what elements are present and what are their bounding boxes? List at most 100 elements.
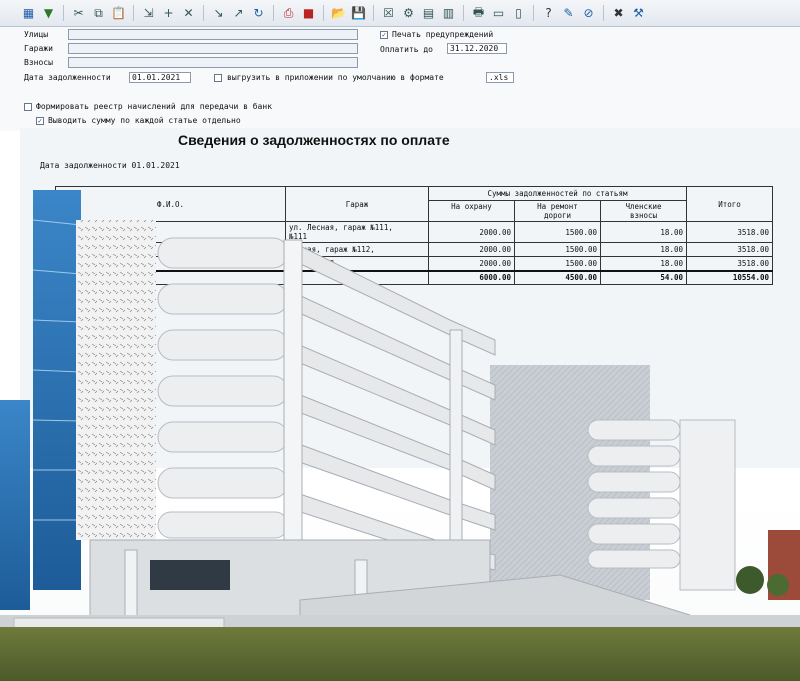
debt-table: Ф.И.О. Гараж Суммы задолженностей по ста… [55, 186, 773, 285]
debt-date-label: Дата задолженности [24, 73, 111, 82]
config-icon[interactable]: ✎ [560, 5, 577, 22]
row-garage: Лесная, гараж №112, [285, 242, 429, 257]
check-icon[interactable]: ☒ [380, 5, 397, 22]
screen: ▦ ▼ ✂ ⧉ 📋 ⇲ + ✕ ↘ ↗ ↻ ⎙ ■ 📂 💾 ☒ ⚙ ▤ ▥ 🖶 … [0, 0, 800, 681]
header-member: Членские взносы [600, 200, 687, 222]
row-garage: ул. Лесная, гараж №111, №111 [285, 221, 429, 243]
tools-icon[interactable]: ⚒ [630, 5, 647, 22]
export-format-field[interactable]: .xls [486, 72, 514, 83]
ground-column [354, 559, 368, 631]
toolbar-separator [533, 5, 534, 21]
report-output: Сведения о задолженностях по оплате Дата… [20, 128, 800, 468]
save-icon[interactable]: 💾 [350, 5, 367, 22]
toolbar-separator [273, 5, 274, 21]
sidewalk [0, 615, 800, 627]
block-icon[interactable]: ⊘ [580, 5, 597, 22]
table-header-row: Ф.И.О. Гараж Суммы задолженностей по ста… [55, 186, 773, 222]
tree [767, 574, 789, 596]
add-icon[interactable]: + [160, 5, 177, 22]
streets-label: Улицы [24, 30, 49, 39]
layout-icon[interactable]: ▦ [20, 5, 37, 22]
entrance-ramp [299, 574, 691, 626]
totals-blank [285, 269, 429, 285]
table-icon[interactable]: ▤ [420, 5, 437, 22]
page-icon[interactable]: ▯ [510, 5, 527, 22]
streets-field[interactable] [68, 29, 358, 40]
table-row: гараж №113, 2000.00 1500.00 18.00 3518.0… [55, 256, 773, 271]
printer-icon[interactable]: 🖶 [470, 5, 487, 22]
print-warnings-label: Печать предупреждений [392, 30, 494, 39]
export-label: выгрузить в приложении по умолчанию в фо… [227, 73, 444, 82]
header-security: На охрану [428, 200, 515, 222]
print-warnings-checkbox[interactable]: ✓ [380, 31, 388, 39]
fees-field[interactable] [68, 57, 358, 68]
row-garage-line1: ул. Лесная, гараж №111, [289, 223, 393, 232]
row-security: 2000.00 [428, 256, 515, 271]
planter-wall [13, 617, 225, 645]
refresh-icon[interactable]: ↻ [250, 5, 267, 22]
insert-icon[interactable]: ⇲ [140, 5, 157, 22]
select-icon[interactable]: ↘ [210, 5, 227, 22]
header-repair: На ремонт дороги [514, 200, 601, 222]
pay-until-label: Оплатить до [380, 45, 433, 54]
row-name [55, 242, 286, 257]
header-total: Итого [686, 186, 773, 222]
list-icon[interactable]: ▥ [440, 5, 457, 22]
ground-floor-windows [150, 560, 230, 590]
row-member: 18.00 [600, 242, 687, 257]
header-sums: Суммы задолженностей по статьям [428, 186, 687, 201]
print-icon[interactable]: ■ [300, 5, 317, 22]
paste-icon[interactable]: 📋 [110, 5, 127, 22]
help-icon[interactable]: ? [540, 5, 557, 22]
report-date-line: Дата задолженности 01.01.2021 [40, 161, 180, 170]
table-row: Лесная, гараж №112, 2000.00 1500.00 18.0… [55, 242, 773, 257]
total-member: 54.00 [600, 269, 687, 285]
row-garage: гараж №113, [285, 256, 429, 271]
per-article-checkbox[interactable]: ✓ [36, 117, 44, 125]
registry-label: Формировать реестр начислений для переда… [36, 102, 273, 111]
report-title: Сведения о задолженностях по оплате [178, 132, 450, 148]
header-member-line2: взносы [629, 211, 658, 220]
row-repair: 1500.00 [514, 221, 601, 243]
toolbar-separator [603, 5, 604, 21]
pay-until-field[interactable]: 31.12.2020 [447, 43, 507, 54]
pdf-icon[interactable]: ⎙ [280, 5, 297, 22]
open-folder-icon[interactable]: 📂 [330, 5, 347, 22]
ground-floor [89, 539, 491, 631]
fees-label: Взносы [24, 58, 53, 67]
toolbar-separator [133, 5, 134, 21]
filter-icon[interactable]: ▼ [40, 5, 57, 22]
ground-column [124, 549, 138, 629]
garages-label: Гаражи [24, 44, 53, 53]
totals-row: 6000.00 4500.00 54.00 10554.00 [55, 269, 773, 285]
row-total: 3518.00 [686, 221, 773, 243]
sky-haze [0, 470, 800, 681]
row-member: 18.00 [600, 221, 687, 243]
exit-icon[interactable]: ✖ [610, 5, 627, 22]
toolbar-separator [323, 5, 324, 21]
table-row: Иван Иванов ул. Лесная, гараж №111, №111 … [55, 221, 773, 243]
row-security: 2000.00 [428, 221, 515, 243]
settings-icon[interactable]: ⚙ [400, 5, 417, 22]
cut-icon[interactable]: ✂ [70, 5, 87, 22]
total-security: 6000.00 [428, 269, 515, 285]
copy-icon[interactable]: ⧉ [90, 5, 107, 22]
garages-field[interactable] [68, 43, 358, 54]
header-member-line1: Членские [625, 202, 662, 211]
header-garage: Гараж [285, 186, 429, 222]
debt-date-field[interactable]: 01.01.2021 [129, 72, 191, 83]
header-repair-line2: дороги [543, 211, 572, 220]
row-total: 3518.00 [686, 242, 773, 257]
registry-checkbox[interactable] [24, 103, 32, 111]
deselect-icon[interactable]: ↗ [230, 5, 247, 22]
row-total: 3518.00 [686, 256, 773, 271]
header-name: Ф.И.О. [55, 186, 286, 222]
export-checkbox[interactable] [214, 74, 222, 82]
row-member: 18.00 [600, 256, 687, 271]
toolbar-separator [203, 5, 204, 21]
toolbar-separator [63, 5, 64, 21]
document-icon[interactable]: ▭ [490, 5, 507, 22]
row-name [55, 256, 286, 271]
tree [736, 566, 764, 594]
delete-icon[interactable]: ✕ [180, 5, 197, 22]
